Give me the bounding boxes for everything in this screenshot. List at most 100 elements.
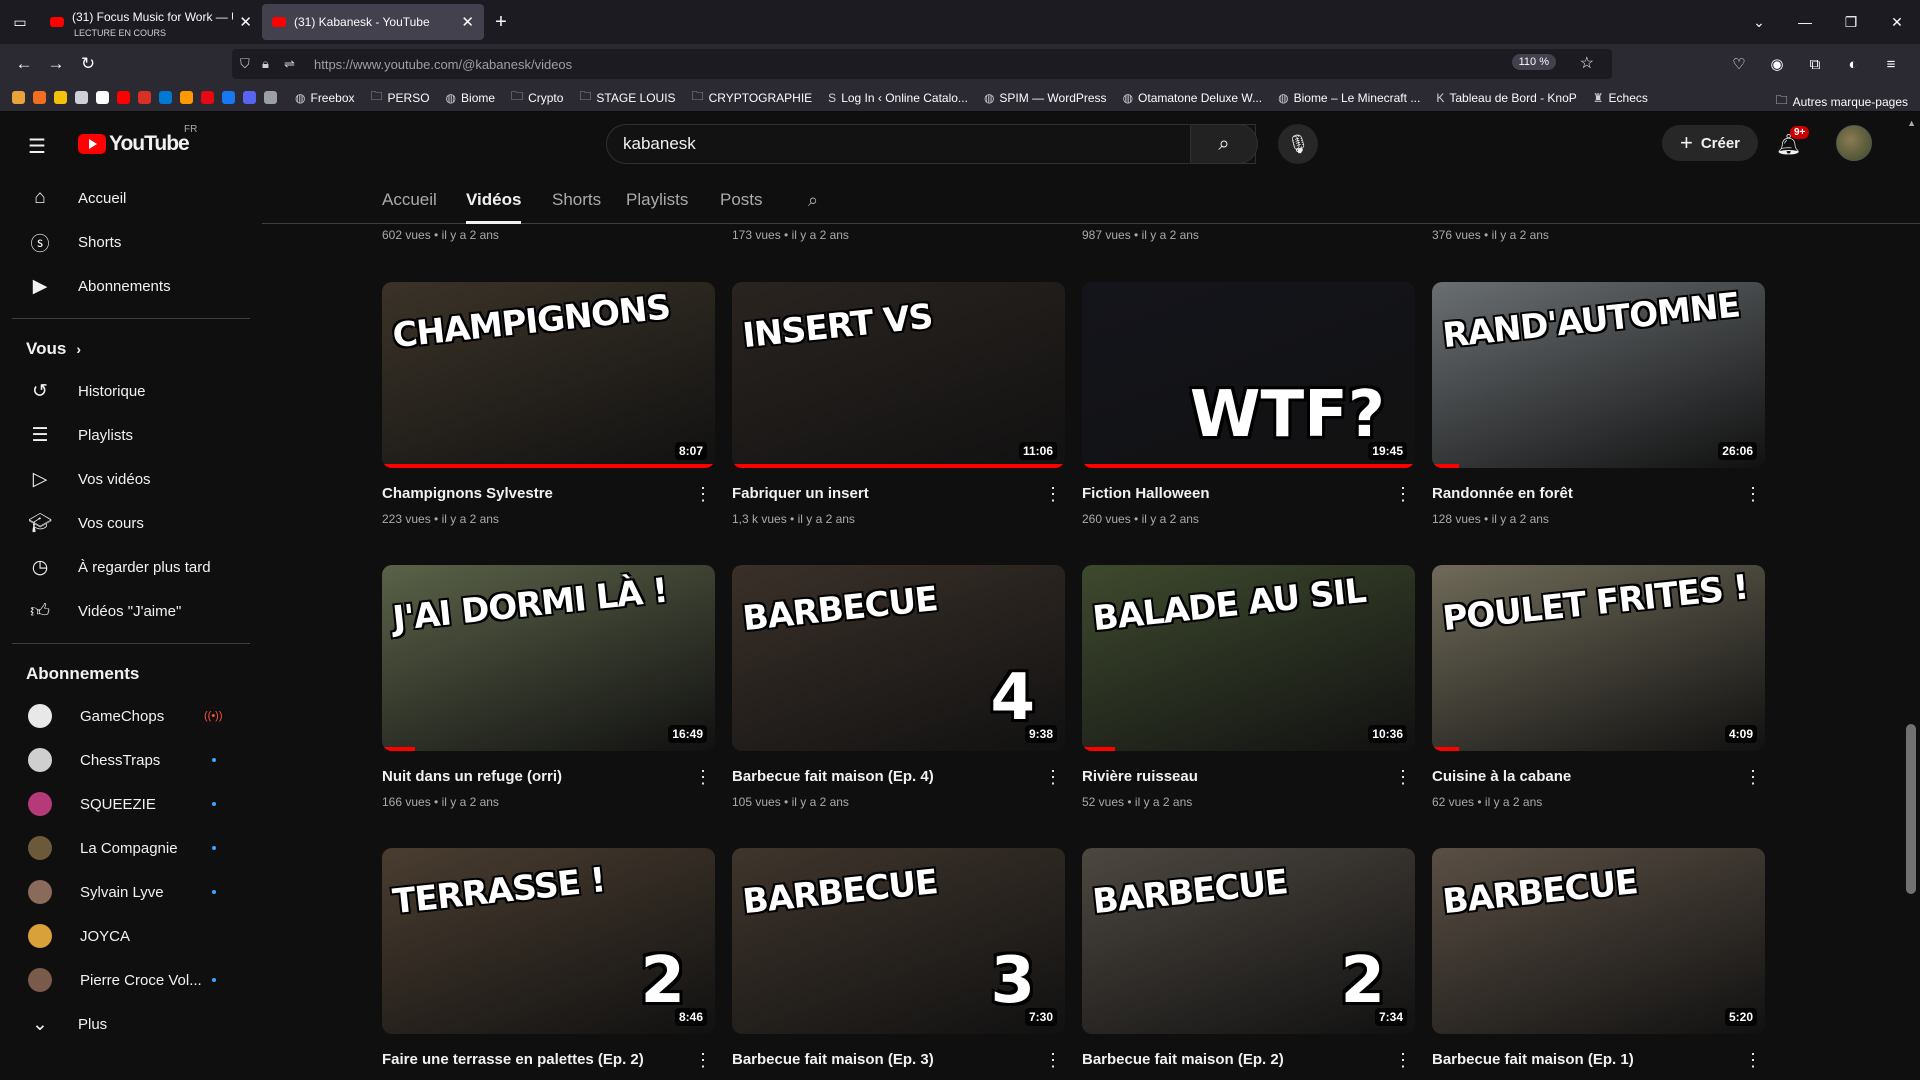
video-title[interactable]: Fabriquer un insert	[732, 484, 1041, 504]
create-button[interactable]: + Créer	[1662, 125, 1758, 161]
forward-icon[interactable]: →	[40, 54, 72, 74]
search-input[interactable]: kabanesk	[623, 134, 1221, 154]
video-thumbnail[interactable]: BARBECUE 4 9:38	[732, 565, 1065, 751]
sidebar-more-button[interactable]: ⌄ Plus	[0, 1002, 256, 1046]
bookmark-item[interactable]: 🗀 PERSO	[371, 87, 430, 108]
sidebar-item-vos-vid-os[interactable]: ▷ Vos vidéos	[0, 457, 256, 501]
tab-videos[interactable]: Vidéos	[466, 190, 522, 224]
search-button[interactable]: ⌕	[1190, 124, 1258, 164]
more-actions-icon[interactable]: ⋮	[1741, 484, 1765, 504]
avatar[interactable]	[1836, 125, 1872, 161]
minimize-icon[interactable]: —	[1782, 14, 1828, 30]
video-thumbnail[interactable]: WTF? 19:45	[1082, 282, 1415, 468]
video-thumbnail[interactable]: BALADE AU SIL 10:36	[1082, 565, 1415, 751]
close-window-icon[interactable]: ✕	[1874, 14, 1920, 31]
youtube-logo[interactable]: YouTube FR	[78, 124, 197, 156]
browser-tab-1[interactable]: (31) Focus Music for Work — U LECTURE EN…	[40, 4, 262, 40]
bookmark-favicon-icon[interactable]	[33, 91, 46, 104]
bookmark-favicon-icon[interactable]	[117, 91, 130, 104]
restore-icon[interactable]: ❐	[1828, 14, 1874, 31]
notifications-button[interactable]: 🔔︎ 9+	[1776, 126, 1810, 157]
more-actions-icon[interactable]: ⋮	[1041, 767, 1065, 787]
video-card[interactable]: WTF? 19:45 Fiction Halloween ⋮ 260 vues • il…	[1082, 282, 1415, 526]
video-title[interactable]: Barbecue fait maison (Ep. 3)	[732, 1050, 1041, 1070]
tab-list-icon[interactable]: ▭	[0, 0, 40, 44]
extensions-icon[interactable]: ⧉	[1796, 56, 1834, 73]
bookmark-favicon-icon[interactable]	[159, 91, 172, 104]
bookmark-favicon-icon[interactable]	[96, 91, 109, 104]
url-text[interactable]: https://www.youtube.com/@kabanesk/videos	[314, 57, 572, 72]
more-actions-icon[interactable]: ⋮	[1741, 1050, 1765, 1070]
video-thumbnail[interactable]: BARBECUE 2 7:34	[1082, 848, 1415, 1034]
sidebar-item-historique[interactable]: ↺ Historique	[0, 369, 256, 413]
bookmark-item[interactable]: ◍ Otamatone Deluxe W...	[1123, 87, 1263, 108]
video-title[interactable]: Champignons Sylvestre	[382, 484, 691, 504]
video-title[interactable]: Cuisine à la cabane	[1432, 767, 1741, 787]
sidebar-item-vid-os-j-aime-[interactable]: 👍︎ Vidéos "J'aime"	[0, 589, 256, 633]
sidebar-subscription-item[interactable]: GameChops ((•))	[0, 694, 256, 738]
video-card[interactable]: BARBECUE 5:20 Barbecue fait maison (Ep. 1)…	[1432, 848, 1765, 1070]
tab-accueil[interactable]: Accueil	[382, 190, 437, 210]
more-actions-icon[interactable]: ⋮	[1391, 1050, 1415, 1070]
more-actions-icon[interactable]: ⋮	[1391, 767, 1415, 787]
tab-overflow-icon[interactable]: ⌄	[1736, 14, 1782, 31]
video-thumbnail[interactable]: TERRASSE ! 2 8:46	[382, 848, 715, 1034]
video-title[interactable]: Barbecue fait maison (Ep. 2)	[1082, 1050, 1391, 1070]
menu-icon[interactable]: ≡	[1872, 56, 1910, 73]
video-thumbnail[interactable]: BARBECUE 5:20	[1432, 848, 1765, 1034]
bookmark-item[interactable]: 🗀 Crypto	[511, 87, 563, 108]
video-title[interactable]: Barbecue fait maison (Ep. 4)	[732, 767, 1041, 787]
address-bar[interactable]: ⛉ 🔒︎ ⇌ https://www.youtube.com/@kabanesk…	[232, 49, 1612, 79]
bookmark-item[interactable]: ◍ Biome	[446, 87, 496, 108]
bookmark-item[interactable]: K Tableau de Bord - KnoP	[1436, 87, 1576, 108]
video-title[interactable]: Rivière ruisseau	[1082, 767, 1391, 787]
bookmark-favicon-icon[interactable]	[222, 91, 235, 104]
more-actions-icon[interactable]: ⋮	[691, 1050, 715, 1070]
bookmark-item[interactable]: 🗀 CRYPTOGRAPHIE	[692, 87, 813, 108]
sidebar-item-abonnements[interactable]: ▶ Abonnements	[0, 264, 256, 308]
tab-playlists[interactable]: Playlists	[626, 190, 688, 210]
bookmark-favicon-icon[interactable]	[180, 91, 193, 104]
scrollbar[interactable]	[1906, 724, 1916, 894]
bookmark-star-icon[interactable]: ☆	[1580, 53, 1594, 73]
channel-search-icon[interactable]: ⌕	[808, 190, 818, 211]
bookmark-favicon-icon[interactable]	[138, 91, 151, 104]
permissions-icon[interactable]: ⇌	[284, 56, 306, 72]
back-icon[interactable]: ←	[8, 54, 40, 74]
video-card[interactable]: RAND'AUTOMNE 26:06 Randonnée en forêt ⋮ 128 …	[1432, 282, 1765, 526]
more-actions-icon[interactable]: ⋮	[1391, 484, 1415, 504]
new-tab-button[interactable]: +	[484, 11, 518, 34]
bookmark-item[interactable]: ♜ Echecs	[1593, 87, 1648, 108]
shield-icon[interactable]: ⛉	[240, 56, 262, 72]
video-card[interactable]: TERRASSE ! 2 8:46 Faire une terrasse en pal…	[382, 848, 715, 1070]
video-card[interactable]: BARBECUE 2 7:34 Barbecue fait maison (Ep. 2…	[1082, 848, 1415, 1070]
video-card[interactable]: BARBECUE 4 9:38 Barbecue fait maison (Ep. 4…	[732, 565, 1065, 809]
bookmark-favicon-icon[interactable]	[54, 91, 67, 104]
browser-tab-2[interactable]: (31) Kabanesk - YouTube ✕	[262, 4, 484, 40]
reload-icon[interactable]: ↻	[72, 54, 104, 74]
account-icon[interactable]: ◉	[1758, 55, 1796, 73]
voice-search-button[interactable]: 🎙︎	[1278, 124, 1318, 164]
sidebar-item-accueil[interactable]: ⌂ Accueil	[0, 176, 256, 220]
lock-icon[interactable]: 🔒︎	[262, 56, 284, 72]
video-thumbnail[interactable]: INSERT VS 11:06	[732, 282, 1065, 468]
bookmark-favicon-icon[interactable]	[243, 91, 256, 104]
more-actions-icon[interactable]: ⋮	[691, 484, 715, 504]
sidebar-subscription-item[interactable]: Pierre Croce Vol...	[0, 958, 256, 1002]
video-card[interactable]: INSERT VS 11:06 Fabriquer un insert ⋮ 1,3 k …	[732, 282, 1065, 526]
video-thumbnail[interactable]: BARBECUE 3 7:30	[732, 848, 1065, 1034]
sidebar-you-header[interactable]: Vous ›	[0, 329, 256, 369]
close-tab-icon[interactable]: ✕	[239, 13, 252, 31]
video-thumbnail[interactable]: J'AI DORMI LÀ ! 16:49	[382, 565, 715, 751]
bookmark-item[interactable]: ◍ SPIM — WordPress	[984, 87, 1107, 108]
tab-posts[interactable]: Posts	[720, 190, 763, 210]
video-title[interactable]: Fiction Halloween	[1082, 484, 1391, 504]
scroll-up-icon[interactable]: ▲	[1907, 118, 1916, 128]
sidebar-subscription-item[interactable]: JOYCA	[0, 914, 256, 958]
sidebar-item-shorts[interactable]: ⓢ Shorts	[0, 220, 256, 264]
video-card[interactable]: POULET FRITES ! 4:09 Cuisine à la cabane ⋮ 6…	[1432, 565, 1765, 809]
more-actions-icon[interactable]: ⋮	[1741, 767, 1765, 787]
video-thumbnail[interactable]: RAND'AUTOMNE 26:06	[1432, 282, 1765, 468]
extension-icon[interactable]: ◐	[1834, 56, 1872, 73]
bookmark-favicon-icon[interactable]	[264, 91, 277, 104]
